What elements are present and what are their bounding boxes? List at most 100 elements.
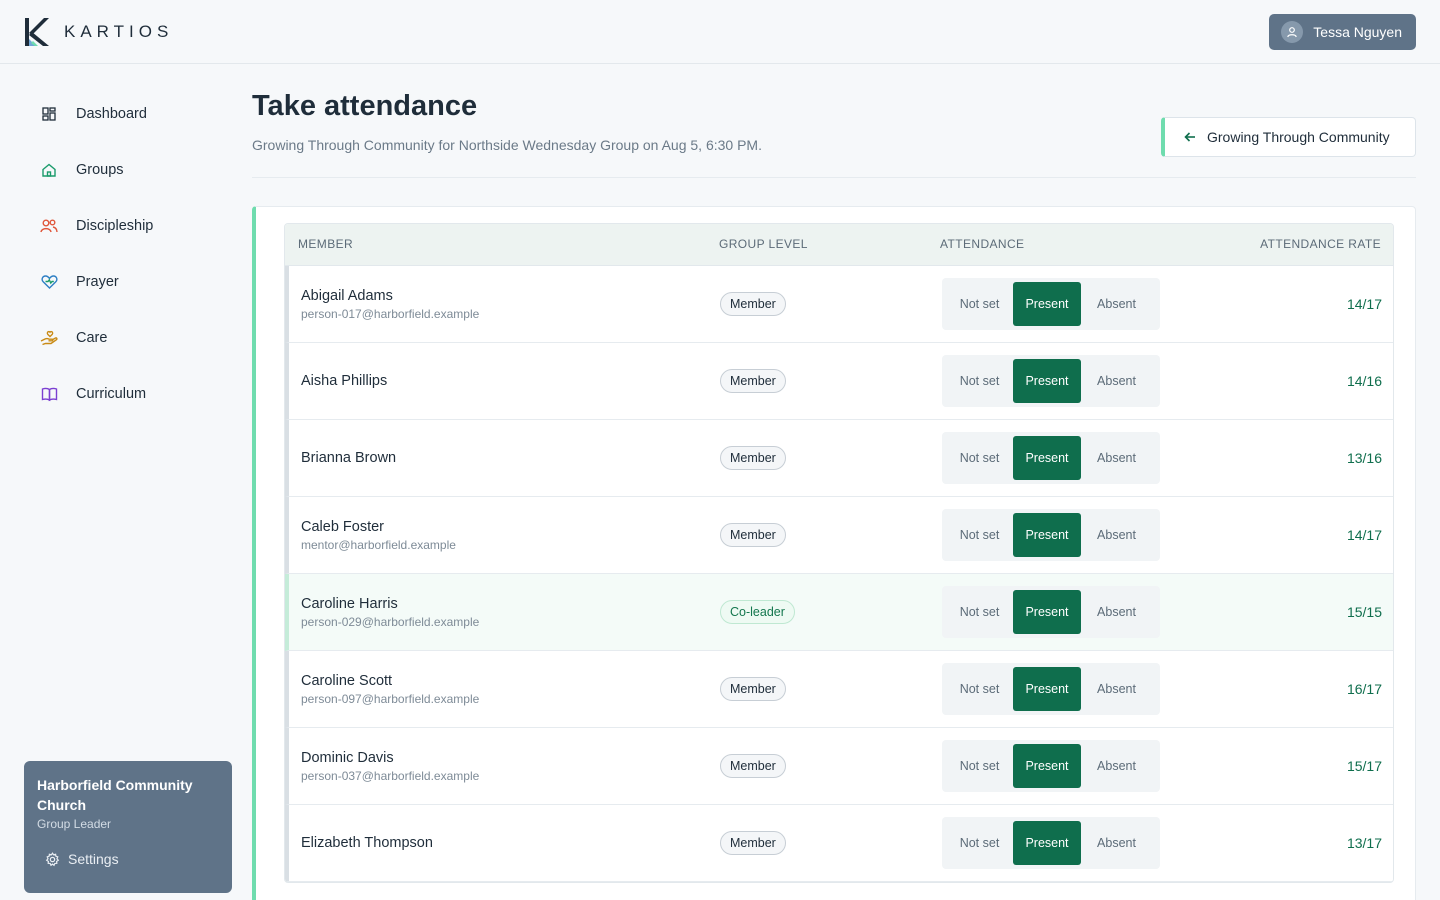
user-icon (1281, 21, 1304, 43)
attendance-toggle: Not set Present Absent (942, 663, 1160, 715)
attendance-not-set-option[interactable]: Not set (946, 513, 1013, 557)
attendance-toggle: Not set Present Absent (942, 432, 1160, 484)
member-name: Caroline Scott (301, 672, 393, 689)
attendance-absent-option[interactable]: Absent (1081, 282, 1152, 326)
attendance-not-set-option[interactable]: Not set (946, 282, 1013, 326)
table-row: Caleb Foster mentor@harborfield.example … (285, 497, 1393, 574)
sidebar-item-prayer[interactable]: Prayer (24, 262, 224, 302)
table-row: Dominic Davis person-037@harborfield.exa… (285, 728, 1393, 805)
member-email: mentor@harborfield.example (301, 537, 456, 552)
user-name: Tessa Nguyen (1313, 24, 1402, 40)
member-cell: Caroline Scott person-097@harborfield.ex… (301, 651, 479, 727)
page-title: Take attendance (252, 90, 478, 122)
attendance-present-option[interactable]: Present (1013, 359, 1081, 403)
attendance-absent-option[interactable]: Absent (1081, 667, 1152, 711)
group-level-badge: Member (720, 369, 786, 393)
attendance-present-option[interactable]: Present (1013, 590, 1081, 634)
attendance-rate: 14/16 (1346, 373, 1382, 389)
attendance-toggle: Not set Present Absent (942, 817, 1160, 869)
member-name: Dominic Davis (301, 749, 394, 766)
member-email: person-017@harborfield.example (301, 306, 480, 321)
column-header-attendance-rate: ATTENDANCE RATE (1260, 237, 1381, 251)
church-name: Harborfield Community Church (37, 777, 193, 813)
hand-heart-icon (40, 329, 58, 347)
attendance-present-option[interactable]: Present (1013, 282, 1081, 326)
attendance-toggle: Not set Present Absent (942, 509, 1160, 561)
group-level-badge: Co-leader (720, 600, 795, 624)
attendance-present-option[interactable]: Present (1013, 744, 1081, 788)
sidebar-item-discipleship[interactable]: Discipleship (24, 206, 224, 246)
column-header-attendance: ATTENDANCE (940, 237, 1025, 251)
group-level-badge: Member (720, 523, 786, 547)
member-name: Caleb Foster (301, 518, 385, 535)
attendance-present-option[interactable]: Present (1013, 667, 1081, 711)
logo[interactable]: KARTIOS (24, 16, 173, 48)
settings-link[interactable]: Settings (45, 851, 119, 867)
table-row: Caroline Scott person-097@harborfield.ex… (285, 651, 1393, 728)
heart-icon (40, 273, 58, 291)
table-row: Caroline Harris person-029@harborfield.e… (285, 574, 1393, 651)
group-level-badge: Member (720, 292, 786, 316)
sidebar-item-care[interactable]: Care (24, 318, 224, 358)
attendance-not-set-option[interactable]: Not set (946, 744, 1013, 788)
member-name: Caroline Harris (301, 595, 398, 612)
attendance-absent-option[interactable]: Absent (1081, 436, 1152, 480)
member-cell: Brianna Brown (301, 420, 396, 496)
attendance-absent-option[interactable]: Absent (1081, 359, 1152, 403)
sidebar-item-label: Groups (76, 162, 124, 178)
attendance-absent-option[interactable]: Absent (1081, 590, 1152, 634)
member-email: person-037@harborfield.example (301, 768, 480, 783)
attendance-toggle: Not set Present Absent (942, 278, 1160, 330)
attendance-present-option[interactable]: Present (1013, 821, 1081, 865)
attendance-rate: 16/17 (1346, 681, 1382, 697)
sidebar-item-curriculum[interactable]: Curriculum (24, 374, 224, 414)
attendance-not-set-option[interactable]: Not set (946, 436, 1013, 480)
attendance-rate: 14/17 (1346, 527, 1382, 543)
member-cell: Abigail Adams person-017@harborfield.exa… (301, 266, 479, 342)
attendance-rate: 14/17 (1346, 296, 1382, 312)
group-level-badge: Member (720, 754, 786, 778)
header-divider (252, 177, 1416, 178)
attendance-absent-option[interactable]: Absent (1081, 821, 1152, 865)
member-cell: Dominic Davis person-037@harborfield.exa… (301, 728, 479, 804)
sidebar-item-groups[interactable]: Groups (24, 150, 224, 190)
top-bar: KARTIOS Tessa Nguyen (0, 0, 1440, 64)
attendance-absent-option[interactable]: Absent (1081, 744, 1152, 788)
member-cell: Elizabeth Thompson (301, 805, 433, 881)
attendance-not-set-option[interactable]: Not set (946, 667, 1013, 711)
column-header-member: MEMBER (298, 237, 354, 251)
sidebar: Dashboard Groups Discipleship Prayer Car… (0, 64, 252, 900)
table-row: Elizabeth Thompson Member Not set Presen… (285, 805, 1393, 882)
back-to-session-button[interactable]: Growing Through Community (1161, 117, 1416, 157)
attendance-toggle: Not set Present Absent (942, 355, 1160, 407)
table-body: Abigail Adams person-017@harborfield.exa… (285, 266, 1393, 882)
sidebar-item-label: Prayer (76, 274, 119, 290)
attendance-present-option[interactable]: Present (1013, 436, 1081, 480)
sidebar-item-dashboard[interactable]: Dashboard (24, 94, 224, 134)
sidebar-item-label: Dashboard (76, 106, 147, 122)
people-icon (40, 217, 58, 235)
attendance-absent-option[interactable]: Absent (1081, 513, 1152, 557)
member-name: Abigail Adams (301, 287, 393, 304)
church-role: Group Leader (37, 817, 112, 831)
sidebar-item-label: Discipleship (76, 218, 154, 234)
attendance-not-set-option[interactable]: Not set (946, 590, 1013, 634)
attendance-not-set-option[interactable]: Not set (946, 359, 1013, 403)
member-cell: Caroline Harris person-029@harborfield.e… (301, 574, 479, 650)
brand-name: KARTIOS (64, 22, 174, 41)
attendance-not-set-option[interactable]: Not set (946, 821, 1013, 865)
member-cell: Aisha Phillips (301, 343, 387, 419)
page-subtitle: Growing Through Community for Northside … (252, 137, 762, 153)
attendance-present-option[interactable]: Present (1013, 513, 1081, 557)
attendance-rate: 15/15 (1346, 604, 1382, 620)
table-row: Aisha Phillips Member Not set Present Ab… (285, 343, 1393, 420)
attendance-toggle: Not set Present Absent (942, 586, 1160, 638)
gear-icon (45, 851, 60, 866)
group-level-badge: Member (720, 677, 786, 701)
user-menu-button[interactable]: Tessa Nguyen (1269, 14, 1416, 50)
group-level-badge: Member (720, 831, 786, 855)
church-card: Harborfield Community Church Group Leade… (24, 761, 232, 893)
member-email: person-029@harborfield.example (301, 614, 480, 629)
attendance-table: MEMBER GROUP LEVEL ATTENDANCE ATTENDANCE… (284, 223, 1394, 883)
back-button-label: Growing Through Community (1207, 129, 1390, 145)
